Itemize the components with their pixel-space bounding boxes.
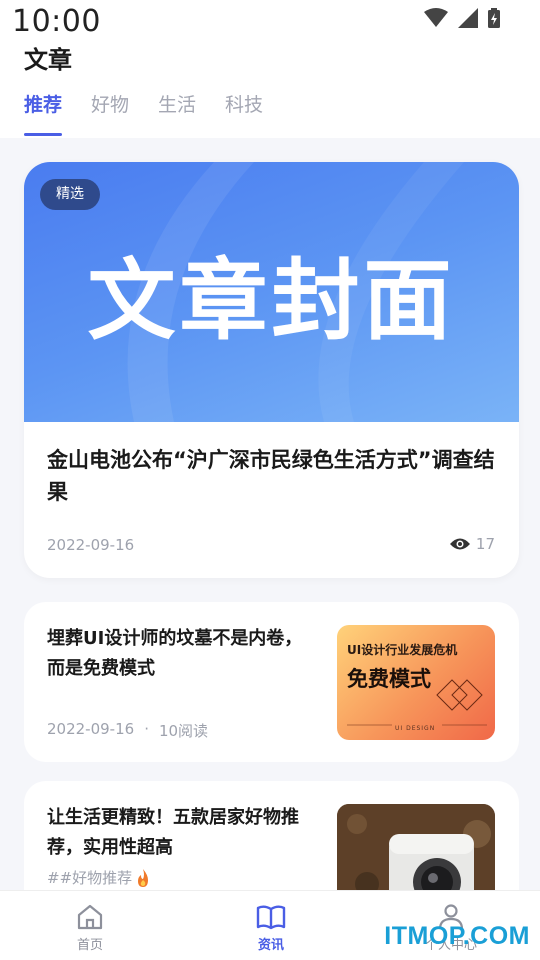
article-meta: 2022-09-16 · 10阅读 (47, 720, 208, 741)
featured-cover-image: 文章封面 精选 (24, 162, 519, 422)
nav-home-label: 首页 (76, 938, 103, 953)
tab-tech[interactable]: 科技 (225, 90, 263, 136)
featured-date: 2022-09-16 (47, 536, 135, 554)
status-time: 10:00 (12, 4, 101, 39)
wifi-icon (424, 8, 448, 27)
article-read-count: 10阅读 (158, 722, 209, 740)
status-icons (424, 8, 500, 28)
featured-title[interactable]: 金山电池公布“沪广深市民绿色生活方式”调查结果 (47, 444, 502, 508)
article-card[interactable]: 埋葬UI设计师的坟墓不是内卷，而是免费模式 2022-09-16 · 10阅读 … (24, 602, 519, 762)
thumbnail-footer: UI DESIGN (395, 725, 436, 732)
featured-badge: 精选 (40, 179, 100, 210)
article-title[interactable]: 埋葬UI设计师的坟墓不是内卷，而是免费模式 (47, 624, 309, 684)
nav-news[interactable]: 资讯 (226, 903, 316, 953)
meta-separator: · (144, 720, 149, 738)
eye-icon (449, 538, 470, 550)
nav-home[interactable]: 首页 (45, 903, 135, 953)
status-bar: 10:00 (0, 0, 540, 40)
cover-title-text: 文章封面 (87, 249, 456, 352)
watermark-logo: ITMOP.COM (384, 922, 530, 950)
tab-recommend[interactable]: 推荐 (24, 90, 63, 136)
nav-news-label: 资讯 (257, 938, 284, 953)
tab-goods[interactable]: 好物 (91, 90, 129, 136)
tab-life[interactable]: 生活 (158, 90, 196, 136)
app-screen: 10:00 文章 推荐 好物 生活 科技 文章封面 精选 金山电池公布“沪广深市… (0, 0, 540, 960)
home-icon (77, 904, 103, 930)
page-title: 文章 (24, 46, 72, 74)
header: 文章 推荐 好物 生活 科技 (0, 40, 540, 138)
featured-article-card[interactable]: 文章封面 精选 金山电池公布“沪广深市民绿色生活方式”调查结果 2022-09-… (24, 162, 519, 578)
signal-icon (458, 8, 478, 28)
article-tag[interactable]: ##好物推荐 (47, 867, 150, 888)
tag-label: ##好物推荐 (47, 869, 133, 887)
thumbnail-headline: 免费模式 (347, 667, 431, 691)
view-count: 17 (475, 535, 495, 553)
battery-icon (488, 8, 500, 28)
article-thumbnail: UI设计行业发展危机 免费模式 UI DESIGN (337, 625, 495, 740)
featured-views: 17 (449, 535, 495, 553)
thumbnail-caption: UI设计行业发展危机 (347, 643, 458, 657)
article-date: 2022-09-16 (47, 720, 135, 738)
category-tabs: 推荐 好物 生活 科技 (24, 90, 263, 136)
article-title[interactable]: 让生活更精致！五款居家好物推荐，实用性超高 (47, 803, 309, 863)
book-icon (256, 905, 286, 930)
fire-icon (138, 868, 149, 887)
